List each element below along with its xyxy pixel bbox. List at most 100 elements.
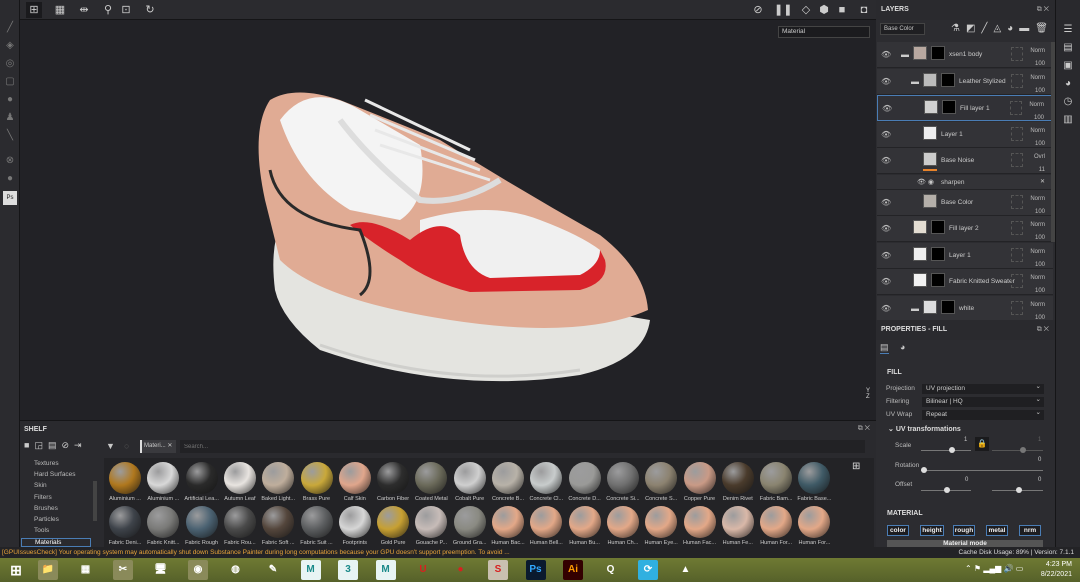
uv-wrap-select[interactable]: Repeat bbox=[922, 408, 1044, 420]
material-item[interactable]: Fabric Deni... bbox=[106, 506, 144, 546]
filtering-select[interactable]: Bilinear | HQ bbox=[922, 395, 1044, 407]
channel-metal-button[interactable]: metal bbox=[986, 525, 1008, 536]
paint-brush-icon[interactable]: ╱ bbox=[3, 22, 17, 36]
layer-tools[interactable]: ⚗◩╱◬◕▬🗑 bbox=[951, 23, 1054, 34]
blend-mode[interactable]: Norm 100 bbox=[1030, 45, 1045, 71]
material-item[interactable]: Human Bu... bbox=[566, 506, 604, 546]
blend-mode-value[interactable]: Norm bbox=[1030, 72, 1045, 85]
blend-mode[interactable]: Norm 100 bbox=[1030, 246, 1045, 272]
material-item[interactable]: Concrete Cl... bbox=[527, 462, 565, 502]
material-item[interactable]: Fabric Suit ... bbox=[298, 506, 336, 546]
layer-row[interactable]: 👁 ▬ xsen1 body Norm 100 bbox=[877, 42, 1053, 68]
visibility-eye-icon[interactable]: 👁 bbox=[881, 130, 891, 139]
frame-icon[interactable]: ⊡ bbox=[118, 2, 134, 18]
file-explorer-icon[interactable]: 📁 bbox=[38, 560, 58, 580]
category-scrollbar[interactable] bbox=[93, 481, 97, 521]
shelf-category[interactable]: Particles bbox=[34, 516, 59, 523]
material-item[interactable]: Concrete Si... bbox=[604, 462, 642, 502]
material-item[interactable]: Human Bell... bbox=[527, 506, 565, 546]
material-item[interactable]: Human Fac... bbox=[681, 506, 719, 546]
offset-slider-2[interactable] bbox=[992, 487, 1043, 493]
add-effect-icon[interactable]: ⚗ bbox=[951, 23, 966, 34]
material-item[interactable]: Fabric Rough bbox=[183, 506, 221, 546]
idm-icon[interactable]: ◍ bbox=[226, 560, 246, 580]
shelf-category[interactable]: Textures bbox=[34, 460, 59, 467]
layer-row[interactable]: 👁 ▬ Leather Stylized Norm 100 bbox=[877, 68, 1053, 98]
close-icon[interactable]: ✕ bbox=[167, 443, 172, 449]
view-mode-icon[interactable]: ◇ bbox=[798, 2, 814, 18]
blend-mode[interactable]: Norm 100 bbox=[1030, 272, 1045, 298]
align-icon[interactable]: ⚲ bbox=[100, 2, 116, 18]
material-item[interactable]: Denim Rivet bbox=[719, 462, 757, 502]
material-item[interactable]: Calf Skin bbox=[336, 462, 374, 502]
add-folder-icon[interactable]: ▬ bbox=[1019, 23, 1035, 34]
circle-icon[interactable]: ○ bbox=[124, 441, 129, 451]
ubisoft-icon[interactable]: U bbox=[413, 560, 433, 580]
material-item[interactable]: Carbon Fiber bbox=[374, 462, 412, 502]
photoshop-export-icon[interactable]: Ps bbox=[3, 191, 17, 205]
folder-icon[interactable]: ■ bbox=[24, 440, 34, 450]
material-item[interactable]: Copper Pure bbox=[681, 462, 719, 502]
history-icon[interactable]: ↻ bbox=[142, 2, 158, 18]
blend-mode[interactable]: Norm 100 bbox=[1030, 72, 1045, 98]
blend-mode-value[interactable]: Norm bbox=[1030, 272, 1045, 285]
layer-row[interactable]: 👁 Fill layer 1 Norm 100 bbox=[877, 95, 1053, 121]
grid-options-icon[interactable]: ▦ bbox=[52, 2, 68, 18]
hide-icon[interactable]: ⊘ bbox=[61, 440, 74, 450]
lock-icon[interactable]: 🔒 bbox=[975, 437, 989, 451]
delete-icon[interactable]: 🗑 bbox=[1035, 23, 1054, 34]
material-item[interactable]: Footprints bbox=[336, 506, 374, 546]
material-item[interactable]: Fabric Bam... bbox=[757, 462, 795, 502]
smart-material-icon[interactable]: ◕ bbox=[1007, 23, 1019, 34]
blend-mode-value[interactable]: Norm bbox=[1029, 99, 1044, 112]
blend-mode-value[interactable]: Norm bbox=[1030, 125, 1045, 138]
material-item[interactable]: Gold Pure bbox=[374, 506, 412, 546]
layer-row[interactable]: 👁 Layer 1 Norm 100 bbox=[877, 121, 1053, 148]
layers-icon[interactable]: ☰ bbox=[1062, 24, 1074, 36]
remote-desktop-icon[interactable]: 🖥 bbox=[151, 560, 171, 580]
maya-2-icon[interactable]: M bbox=[375, 560, 396, 580]
photoshop-icon[interactable]: Ps bbox=[525, 560, 546, 580]
color-picker-icon[interactable]: ╲ bbox=[3, 130, 17, 144]
vlc-icon[interactable]: ▲ bbox=[676, 560, 696, 580]
material-item[interactable]: Artificial Lea... bbox=[183, 462, 221, 502]
blend-mode-value[interactable]: Norm bbox=[1030, 299, 1045, 312]
display-settings-icon[interactable]: ▣ bbox=[1062, 60, 1074, 72]
no-display-icon[interactable]: ⊘ bbox=[750, 2, 766, 18]
blend-mode[interactable]: Ovrl 11 bbox=[1034, 151, 1045, 177]
visibility-eye-icon[interactable]: 👁 ◉ bbox=[917, 178, 934, 186]
new-tab-icon[interactable]: ◲ bbox=[34, 440, 48, 450]
visibility-eye-icon[interactable]: 👁 bbox=[881, 224, 891, 233]
panel-controls[interactable]: ⧉ ✕ bbox=[1037, 320, 1049, 340]
material-item[interactable]: Human For... bbox=[795, 506, 833, 546]
channel-select[interactable]: Base Color bbox=[880, 23, 925, 35]
app-q-icon[interactable]: Q bbox=[601, 560, 621, 580]
blend-mode-value[interactable]: Norm bbox=[1030, 193, 1045, 206]
material-item[interactable]: Ground Gra... bbox=[451, 506, 489, 546]
filter-row[interactable]: 👁 ◉ sharpen ✕ bbox=[877, 174, 1053, 190]
maya-icon[interactable]: M bbox=[300, 560, 321, 580]
material-item[interactable]: Baked Light... bbox=[259, 462, 297, 502]
projection-icon[interactable]: ◎ bbox=[3, 58, 17, 72]
shader-icon[interactable]: ◕ bbox=[1062, 78, 1074, 90]
add-paint-layer-icon[interactable]: ╱ bbox=[981, 23, 993, 34]
log-icon[interactable]: ▥ bbox=[1062, 114, 1074, 126]
material-item[interactable]: Concrete B... bbox=[489, 462, 527, 502]
material-item[interactable]: Brass Pure bbox=[298, 462, 336, 502]
layer-row[interactable]: 👁 Base Noise Ovrl 11 bbox=[877, 148, 1053, 174]
panel-controls[interactable]: ⧉ ✕ bbox=[858, 425, 870, 433]
visibility-eye-icon[interactable]: 👁 bbox=[881, 251, 891, 260]
channel-color-button[interactable]: color bbox=[887, 525, 909, 536]
channel-rough-button[interactable]: rough bbox=[953, 525, 975, 536]
material-item[interactable]: Cobalt Pure bbox=[451, 462, 489, 502]
add-fill-layer-icon[interactable]: ◬ bbox=[993, 23, 1007, 34]
uv-transformations-toggle[interactable]: ⌄ UV transformations bbox=[888, 425, 961, 433]
windows-start-icon[interactable]: ⊞ bbox=[6, 560, 26, 580]
filter-tag[interactable]: Materi... ✕ bbox=[140, 440, 176, 453]
material-item[interactable]: Human For... bbox=[757, 506, 795, 546]
grid-view-icon[interactable]: ⊞ bbox=[852, 461, 860, 472]
blend-mode-value[interactable]: Norm bbox=[1030, 246, 1045, 259]
remove-filter-icon[interactable]: ✕ bbox=[1040, 178, 1045, 185]
material-item[interactable]: Fabric Knitt... bbox=[144, 506, 182, 546]
layer-row[interactable]: 👁 Base Color Norm 100 bbox=[877, 189, 1053, 216]
